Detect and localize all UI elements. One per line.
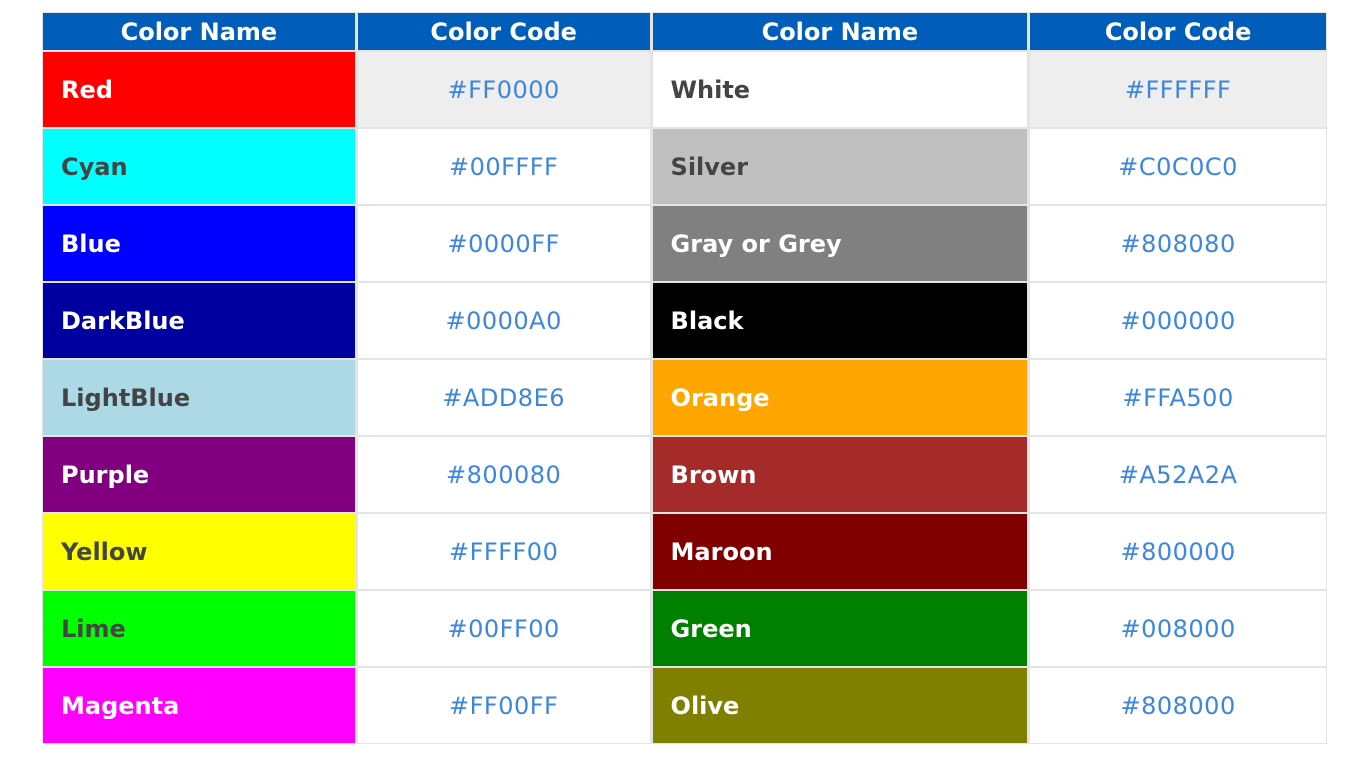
table-row: Cyan #00FFFF Silver #C0C0C0 (43, 129, 1326, 206)
table-row: Lime #00FF00 Green #008000 (43, 591, 1326, 668)
color-code-cell: #000000 (1030, 283, 1326, 360)
color-code-cell: #C0C0C0 (1030, 129, 1326, 206)
color-code-cell: #0000A0 (357, 283, 653, 360)
color-name-cell: Orange (652, 360, 1031, 437)
color-name-cell: Magenta (43, 668, 358, 743)
color-code-cell: #FFFFFF (1030, 52, 1326, 129)
table-row: Yellow #FFFF00 Maroon #800000 (43, 514, 1326, 591)
table-row: Blue #0000FF Gray or Grey #808080 (43, 206, 1326, 283)
color-name-cell: Silver (652, 129, 1031, 206)
color-name-cell: Lime (43, 591, 358, 668)
color-name-cell: Purple (43, 437, 358, 514)
table-body: Red #FF0000 White #FFFFFF Cyan #00FFFF Silver #… (43, 52, 1326, 743)
color-name-cell: Green (652, 591, 1031, 668)
header-color-code-right: Color Code (1030, 13, 1326, 52)
color-name-cell: Gray or Grey (652, 206, 1031, 283)
color-code-cell: #00FFFF (357, 129, 653, 206)
color-code-cell: #808000 (1030, 668, 1326, 743)
color-code-cell: #FF00FF (357, 668, 653, 743)
color-name-cell: Cyan (43, 129, 358, 206)
color-name-cell: DarkBlue (43, 283, 358, 360)
color-code-cell: #808080 (1030, 206, 1326, 283)
table-row: Magenta #FF00FF Olive #808000 (43, 668, 1326, 743)
color-code-cell: #FFA500 (1030, 360, 1326, 437)
color-code-cell: #FFFF00 (357, 514, 653, 591)
color-code-cell: #ADD8E6 (357, 360, 653, 437)
color-name-cell: White (652, 52, 1031, 129)
color-name-cell: Yellow (43, 514, 358, 591)
color-code-table: Color Name Color Code Color Name Color C… (42, 12, 1327, 744)
color-code-cell: #800080 (357, 437, 653, 514)
table-row: LightBlue #ADD8E6 Orange #FFA500 (43, 360, 1326, 437)
color-name-cell: Blue (43, 206, 358, 283)
color-name-cell: Olive (652, 668, 1031, 743)
color-code-cell: #0000FF (357, 206, 653, 283)
header-color-name-left: Color Name (43, 13, 358, 52)
color-code-cell: #00FF00 (357, 591, 653, 668)
header-color-code-left: Color Code (357, 13, 653, 52)
color-code-cell: #FF0000 (357, 52, 653, 129)
color-code-cell: #A52A2A (1030, 437, 1326, 514)
header-color-name-right: Color Name (652, 13, 1031, 52)
header-row: Color Name Color Code Color Name Color C… (43, 13, 1326, 52)
color-name-cell: Brown (652, 437, 1031, 514)
color-name-cell: Black (652, 283, 1031, 360)
table-row: Red #FF0000 White #FFFFFF (43, 52, 1326, 129)
table-row: DarkBlue #0000A0 Black #000000 (43, 283, 1326, 360)
color-name-cell: Maroon (652, 514, 1031, 591)
table-row: Purple #800080 Brown #A52A2A (43, 437, 1326, 514)
color-name-cell: Red (43, 52, 358, 129)
color-code-cell: #008000 (1030, 591, 1326, 668)
color-name-cell: LightBlue (43, 360, 358, 437)
color-code-cell: #800000 (1030, 514, 1326, 591)
